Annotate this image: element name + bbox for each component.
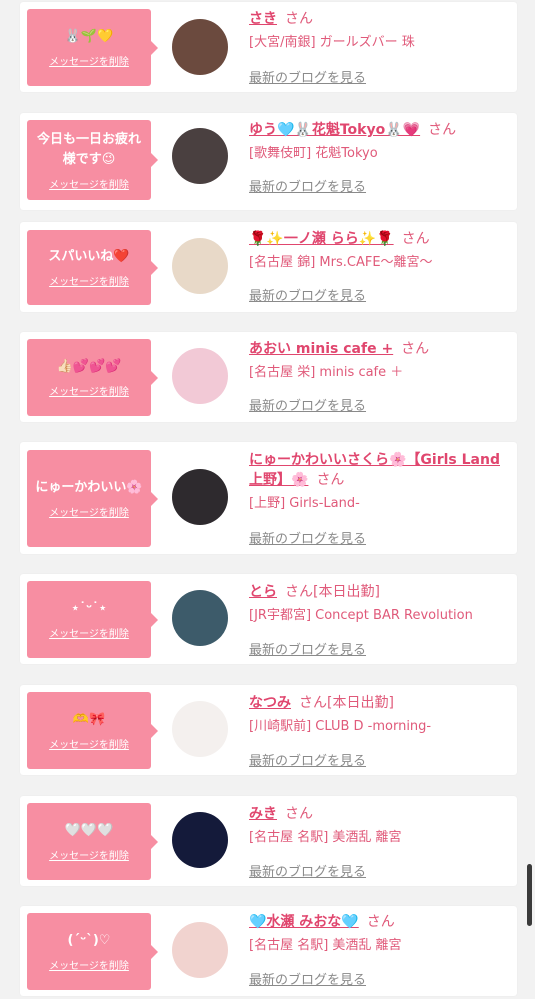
- latest-blog-link[interactable]: 最新のブログを見る: [249, 176, 366, 195]
- message-bubble: (ˊᵕˋ)♡ メッセージを削除: [27, 913, 158, 990]
- message-bubble: にゅーかわいい🌸 メッセージを削除: [27, 450, 158, 547]
- profile-name-link[interactable]: にゅーかわいいさくら🌸【Girls Land上野】🌸: [249, 452, 500, 488]
- message-bubble: 🫶🎀 メッセージを削除: [27, 692, 158, 769]
- avatar[interactable]: [172, 128, 228, 184]
- shop-text: [川崎駅前] CLUB D -morning-: [249, 719, 432, 734]
- honorific: さん: [366, 914, 395, 930]
- card-info: あおい minis cafe + さん [名古屋 栄] minis cafe ＋: [249, 339, 509, 383]
- message-card: スパいいね❤️ メッセージを削除 🌹✨一ノ瀬 らら✨🌹 さん [名古屋 錦] Mr…: [20, 222, 517, 312]
- avatar[interactable]: [172, 590, 228, 646]
- delete-message-link[interactable]: メッセージを削除: [49, 273, 129, 288]
- latest-blog-link[interactable]: 最新のブログを見る: [249, 639, 366, 658]
- avatar[interactable]: [172, 19, 228, 75]
- profile-name-link[interactable]: さき: [249, 11, 277, 27]
- status-text: [本日出勤]: [327, 695, 394, 711]
- latest-blog-link[interactable]: 最新のブログを見る: [249, 395, 366, 414]
- honorific: さん: [299, 695, 327, 711]
- latest-blog-link[interactable]: 最新のブログを見る: [249, 67, 366, 86]
- message-text: 👍🏻💕💕💕: [56, 359, 122, 374]
- message-text: にゅーかわいい🌸: [35, 480, 143, 495]
- message-bubble: ⋆˙ᵕ˙⋆ メッセージを削除: [27, 581, 158, 658]
- avatar[interactable]: [172, 922, 228, 978]
- delete-message-link[interactable]: メッセージを削除: [49, 504, 129, 519]
- message-card: にゅーかわいい🌸 メッセージを削除 にゅーかわいいさくら🌸【Girls Land…: [20, 442, 517, 554]
- avatar[interactable]: [172, 348, 228, 404]
- message-text: (ˊᵕˋ)♡: [67, 933, 111, 948]
- message-card: 🐰🌱💛 メッセージを削除 さき さん [大宮/南銀] ガールズバー 珠 最新のブロ…: [20, 2, 517, 92]
- message-card: 🫶🎀 メッセージを削除 なつみ さん[本日出勤] [川崎駅前] CLUB D -m…: [20, 685, 517, 775]
- message-text: 🤍🤍🤍: [64, 823, 114, 838]
- latest-blog-link[interactable]: 最新のブログを見る: [249, 969, 366, 988]
- scrollbar[interactable]: [527, 864, 532, 926]
- message-bubble: 🐰🌱💛 メッセージを削除: [27, 9, 158, 86]
- card-info: なつみ さん[本日出勤] [川崎駅前] CLUB D -morning-: [249, 693, 509, 737]
- latest-blog-link[interactable]: 最新のブログを見る: [249, 285, 366, 304]
- delete-message-link[interactable]: メッセージを削除: [49, 847, 129, 862]
- avatar[interactable]: [172, 701, 228, 757]
- card-info: みき さん [名古屋 名駅] 美酒乱 離宮: [249, 804, 509, 848]
- message-text: スパいいね❤️: [48, 249, 130, 264]
- profile-name-link[interactable]: あおい minis cafe +: [249, 341, 393, 357]
- message-bubble: 🤍🤍🤍 メッセージを削除: [27, 803, 158, 880]
- delete-message-link[interactable]: メッセージを削除: [49, 957, 129, 972]
- message-card: 今日も一日お疲れ様です😉 メッセージを削除 ゆう🩵🐰花魁Tokyo🐰💗 さん [歌…: [20, 113, 517, 210]
- delete-message-link[interactable]: メッセージを削除: [49, 625, 129, 640]
- card-info: とら さん[本日出勤] [JR宇都宮] Concept BAR Revolutio…: [249, 582, 509, 626]
- shop-text: [上野] Girls-Land-: [249, 496, 360, 511]
- message-card: (ˊᵕˋ)♡ メッセージを削除 🩵水瀬 みおな🩵 さん [名古屋 名駅] 美酒乱 …: [20, 906, 517, 996]
- honorific: さん: [285, 11, 313, 27]
- delete-message-link[interactable]: メッセージを削除: [49, 383, 129, 398]
- avatar[interactable]: [172, 238, 228, 294]
- card-info: さき さん [大宮/南銀] ガールズバー 珠: [249, 9, 509, 53]
- profile-name-link[interactable]: なつみ: [249, 695, 291, 711]
- honorific: さん: [285, 584, 313, 600]
- message-bubble: スパいいね❤️ メッセージを削除: [27, 230, 158, 305]
- shop-text: [大宮/南銀] ガールズバー 珠: [249, 35, 415, 50]
- avatar[interactable]: [172, 812, 228, 868]
- honorific: さん: [285, 806, 313, 822]
- honorific: さん: [401, 231, 430, 247]
- delete-message-link[interactable]: メッセージを削除: [49, 53, 129, 68]
- message-text: 今日も一日お疲れ様です😉: [36, 131, 141, 167]
- latest-blog-link[interactable]: 最新のブログを見る: [249, 528, 366, 547]
- profile-name-link[interactable]: 🩵水瀬 みおな🩵: [249, 914, 359, 930]
- profile-name-link[interactable]: とら: [249, 584, 277, 600]
- shop-text: [名古屋 栄] minis cafe ＋: [249, 365, 404, 380]
- shop-text: [JR宇都宮] Concept BAR Revolution: [249, 608, 473, 623]
- honorific: さん: [428, 122, 457, 138]
- shop-text: [歌舞伎町] 花魁Tokyo: [249, 146, 378, 161]
- delete-message-link[interactable]: メッセージを削除: [49, 736, 129, 751]
- message-card: ⋆˙ᵕ˙⋆ メッセージを削除 とら さん[本日出勤] [JR宇都宮] Concep…: [20, 574, 517, 664]
- message-card: 🤍🤍🤍 メッセージを削除 みき さん [名古屋 名駅] 美酒乱 離宮 最新のブログ…: [20, 796, 517, 886]
- status-text: [本日出勤]: [313, 584, 380, 600]
- card-info: にゅーかわいいさくら🌸【Girls Land上野】🌸 さん [上野] Girls-…: [249, 450, 509, 514]
- latest-blog-link[interactable]: 最新のブログを見る: [249, 861, 366, 880]
- delete-message-link[interactable]: メッセージを削除: [49, 176, 129, 191]
- avatar[interactable]: [172, 469, 228, 525]
- message-card: 👍🏻💕💕💕 メッセージを削除 あおい minis cafe + さん [名古屋 栄…: [20, 332, 517, 422]
- message-bubble: 👍🏻💕💕💕 メッセージを削除: [27, 339, 158, 416]
- latest-blog-link[interactable]: 最新のブログを見る: [249, 750, 366, 769]
- shop-text: [名古屋 錦] Mrs.CAFE〜離宮〜: [249, 255, 433, 270]
- shop-text: [名古屋 名駅] 美酒乱 離宮: [249, 830, 402, 845]
- message-text: ⋆˙ᵕ˙⋆: [71, 601, 107, 616]
- profile-name-link[interactable]: みき: [249, 806, 277, 822]
- card-info: 🌹✨一ノ瀬 らら✨🌹 さん [名古屋 錦] Mrs.CAFE〜離宮〜: [249, 229, 509, 273]
- honorific: さん: [401, 341, 430, 357]
- message-bubble: 今日も一日お疲れ様です😉 メッセージを削除: [27, 120, 158, 200]
- message-text: 🫶🎀: [72, 712, 106, 727]
- profile-name-link[interactable]: 🌹✨一ノ瀬 らら✨🌹: [249, 231, 394, 247]
- profile-name-link[interactable]: ゆう🩵🐰花魁Tokyo🐰💗: [249, 122, 420, 138]
- shop-text: [名古屋 名駅] 美酒乱 離宮: [249, 938, 402, 953]
- card-info: 🩵水瀬 みおな🩵 さん [名古屋 名駅] 美酒乱 離宮: [249, 912, 509, 956]
- message-text: 🐰🌱💛: [64, 29, 114, 44]
- honorific: さん: [316, 472, 345, 488]
- card-info: ゆう🩵🐰花魁Tokyo🐰💗 さん [歌舞伎町] 花魁Tokyo: [249, 120, 509, 164]
